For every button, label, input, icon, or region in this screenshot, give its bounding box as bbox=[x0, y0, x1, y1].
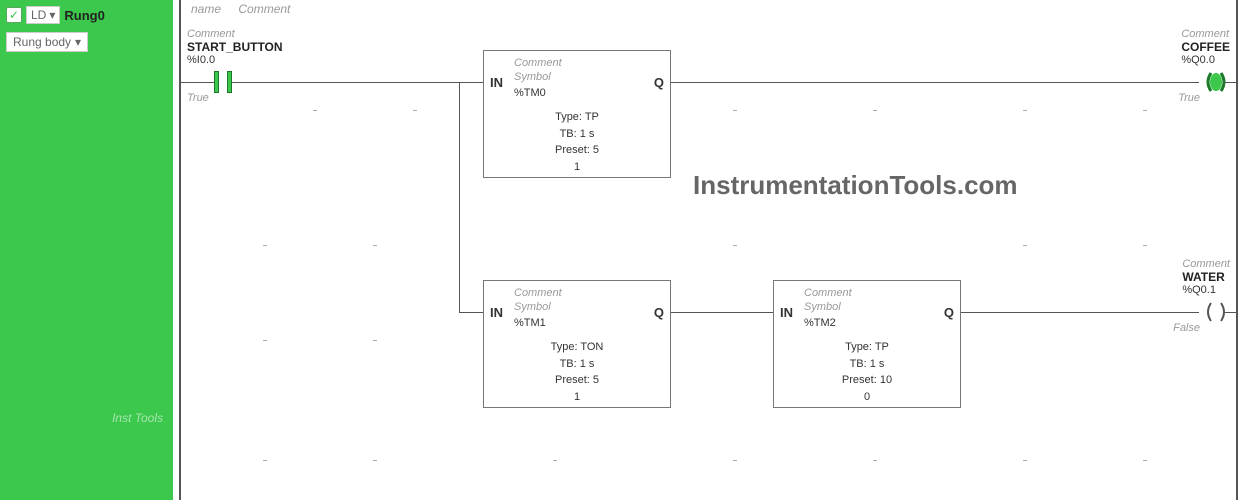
port-in-label: IN bbox=[490, 75, 503, 90]
wire bbox=[459, 312, 483, 313]
wire-branch bbox=[459, 82, 460, 312]
output-coffee[interactable]: Comment COFFEE %Q0.0 bbox=[1181, 28, 1230, 66]
rung-body-label: Rung body bbox=[13, 35, 71, 49]
output-water[interactable]: Comment WATER %Q0.1 bbox=[1182, 258, 1230, 296]
check-icon: ✓ bbox=[6, 7, 22, 23]
timer-block-tm0[interactable]: IN Q Comment Symbol %TM0 Type: TP TB: 1 … bbox=[483, 50, 671, 178]
rung-body-dropdown[interactable]: Rung body ▾ bbox=[6, 32, 88, 52]
block-name: %TM2 bbox=[804, 317, 836, 329]
output-comment-label: Comment bbox=[1182, 258, 1230, 270]
right-power-rail bbox=[1236, 0, 1238, 500]
output-water-state: False bbox=[1173, 322, 1200, 334]
chevron-down-icon: ▾ bbox=[75, 35, 81, 49]
sidebar: ✓ LD ▾ Rung0 Rung body ▾ Inst Tools bbox=[0, 0, 173, 500]
output-name: WATER bbox=[1182, 270, 1230, 284]
block-comment: Comment bbox=[804, 287, 852, 299]
chevron-down-icon: ▾ bbox=[49, 8, 55, 22]
timer-block-tm2[interactable]: IN Q Comment Symbol %TM2 Type: TP TB: 1 … bbox=[773, 280, 961, 408]
output-name: COFFEE bbox=[1181, 40, 1230, 54]
timer-block-tm1[interactable]: IN Q Comment Symbol %TM1 Type: TON TB: 1… bbox=[483, 280, 671, 408]
ladder-canvas[interactable]: name Comment Comment START_BUTTON %I0.0 … bbox=[173, 0, 1244, 500]
output-address: %Q0.1 bbox=[1182, 284, 1230, 296]
wire bbox=[961, 312, 1199, 313]
output-coffee-state: True bbox=[1178, 92, 1200, 104]
input-comment-label: Comment bbox=[187, 28, 283, 40]
rung-name-label: Rung0 bbox=[64, 8, 104, 23]
sidebar-top-row: ✓ LD ▾ Rung0 bbox=[6, 6, 167, 24]
port-in-label: IN bbox=[490, 305, 503, 320]
comment-placeholder: Comment bbox=[238, 2, 290, 16]
input-state: True bbox=[187, 92, 209, 104]
block-params: Type: TP TB: 1 s Preset: 5 1 bbox=[484, 109, 670, 175]
language-dropdown[interactable]: LD ▾ bbox=[26, 6, 60, 24]
wire bbox=[232, 82, 483, 83]
output-address: %Q0.0 bbox=[1181, 54, 1230, 66]
name-placeholder: name bbox=[191, 2, 221, 16]
port-q-label: Q bbox=[654, 305, 664, 320]
port-q-label: Q bbox=[944, 305, 954, 320]
wire bbox=[1223, 82, 1236, 83]
block-comment: Comment bbox=[514, 57, 562, 69]
block-symbol: Symbol bbox=[804, 301, 841, 313]
header-labels: name Comment bbox=[191, 2, 304, 16]
port-in-label: IN bbox=[780, 305, 793, 320]
block-symbol: Symbol bbox=[514, 71, 551, 83]
block-name: %TM0 bbox=[514, 87, 546, 99]
wire bbox=[1223, 312, 1236, 313]
ladder-editor: ✓ LD ▾ Rung0 Rung body ▾ Inst Tools name… bbox=[0, 0, 1244, 500]
wire bbox=[671, 312, 773, 313]
block-params: Type: TON TB: 1 s Preset: 5 1 bbox=[484, 339, 670, 405]
watermark-text: InstrumentationTools.com bbox=[693, 170, 1018, 201]
port-q-label: Q bbox=[654, 75, 664, 90]
input-start-button[interactable]: Comment START_BUTTON %I0.0 bbox=[187, 28, 283, 66]
wire bbox=[181, 82, 214, 83]
language-dropdown-label: LD bbox=[31, 8, 46, 22]
input-address: %I0.0 bbox=[187, 54, 283, 66]
contact-start-button[interactable] bbox=[214, 71, 232, 93]
block-params: Type: TP TB: 1 s Preset: 10 0 bbox=[774, 339, 960, 405]
block-name: %TM1 bbox=[514, 317, 546, 329]
left-power-rail bbox=[179, 0, 181, 500]
sidebar-watermark: Inst Tools bbox=[112, 411, 163, 425]
wire bbox=[671, 82, 1199, 83]
input-name: START_BUTTON bbox=[187, 40, 283, 54]
block-symbol: Symbol bbox=[514, 301, 551, 313]
block-comment: Comment bbox=[514, 287, 562, 299]
output-comment-label: Comment bbox=[1181, 28, 1230, 40]
